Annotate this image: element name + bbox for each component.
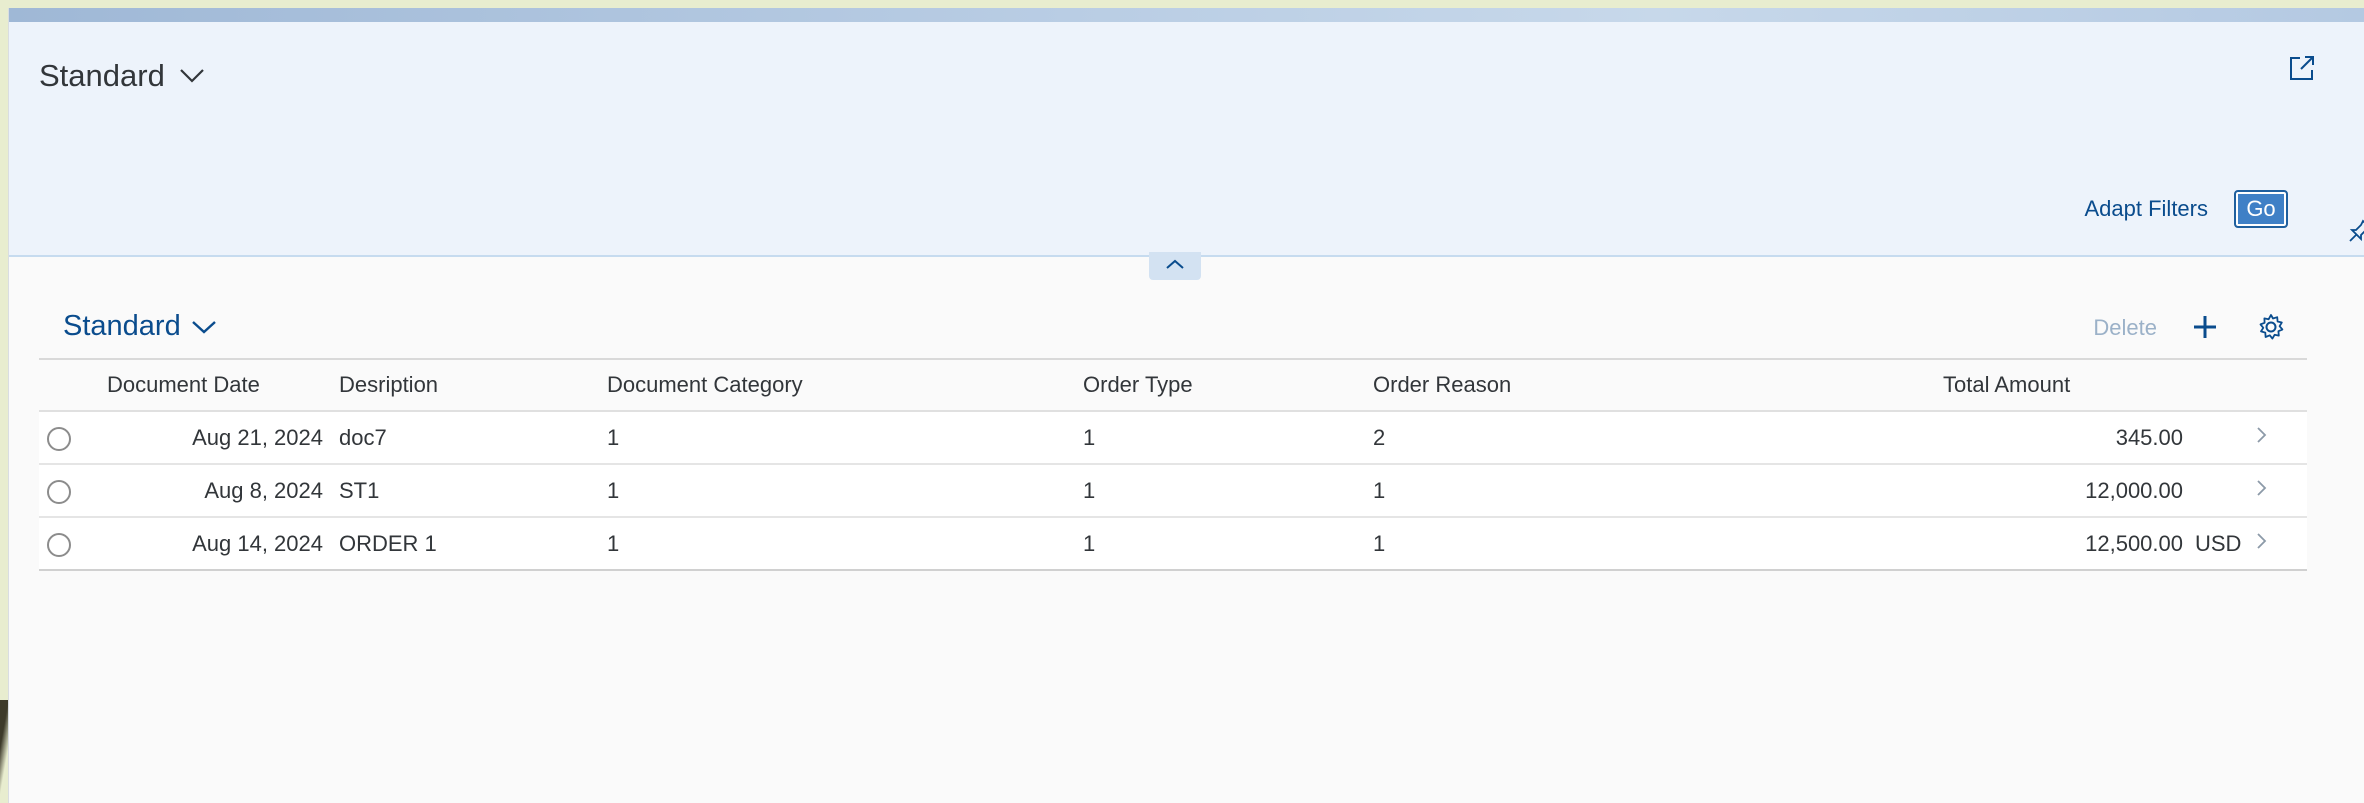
table-row[interactable]: Aug 8, 2024 ST1 1 1 1 12,000.00: [39, 464, 2307, 518]
plus-icon: [2192, 314, 2218, 343]
column-header-description[interactable]: Desription: [331, 358, 599, 412]
variant-selector[interactable]: Standard: [39, 58, 205, 94]
table-variant-selector[interactable]: Standard: [63, 310, 217, 343]
cell-total-amount: 345.00: [1935, 411, 2247, 465]
cell-order-reason: 2: [1365, 411, 1935, 465]
cell-order-reason: 1: [1365, 464, 1935, 518]
chevron-up-icon: [1165, 257, 1185, 275]
cell-order-type: 1: [1075, 464, 1365, 518]
cell-order-reason: 1: [1365, 517, 1935, 571]
table-row[interactable]: Aug 14, 2024 ORDER 1 1 1 1 12,500.00 USD: [39, 517, 2307, 571]
cell-document-date: Aug 14, 2024: [99, 517, 331, 571]
settings-button[interactable]: [2253, 310, 2289, 346]
cell-total-amount: 12,000.00: [1935, 464, 2247, 518]
cell-total-amount: 12,500.00 USD: [1935, 517, 2247, 571]
cell-description: doc7: [331, 411, 599, 465]
chevron-down-icon[interactable]: [179, 68, 205, 84]
filter-actions: Adapt Filters Go: [2085, 190, 2288, 228]
column-header-order-type[interactable]: Order Type: [1075, 358, 1365, 412]
table-header-row: Document Date Desription Document Catego…: [39, 358, 2307, 412]
row-select-radio[interactable]: [47, 532, 71, 557]
cell-order-type: 1: [1075, 411, 1365, 465]
variant-title: Standard: [39, 58, 165, 93]
column-header-total-amount[interactable]: Total Amount: [1935, 358, 2247, 412]
cell-document-category: 1: [599, 464, 1075, 518]
documents-table: Document Date Desription Document Catego…: [39, 358, 2307, 571]
delete-button[interactable]: Delete: [2093, 315, 2157, 341]
amount-value: 12,000.00: [2085, 477, 2183, 503]
cell-document-category: 1: [599, 517, 1075, 571]
cell-description: ST1: [331, 464, 599, 518]
table-title: Standard: [63, 310, 181, 342]
column-header-order-reason[interactable]: Order Reason: [1365, 358, 1935, 412]
cell-document-date: Aug 8, 2024: [99, 464, 331, 518]
cell-document-date: Aug 21, 2024: [99, 411, 331, 465]
pin-icon[interactable]: [2347, 218, 2364, 244]
app-window: Standard Adapt Filters Go Standard Delet…: [8, 8, 2364, 803]
adapt-filters-link[interactable]: Adapt Filters: [2085, 196, 2209, 222]
chevron-right-icon[interactable]: [2255, 531, 2267, 557]
cell-description: ORDER 1: [331, 517, 599, 571]
gear-icon: [2257, 313, 2285, 344]
column-header-document-date[interactable]: Document Date: [99, 358, 331, 412]
chevron-right-icon[interactable]: [2255, 478, 2267, 504]
table-toolbar: Standard Delete: [39, 304, 2307, 352]
collapse-header-button[interactable]: [1149, 252, 1201, 280]
filter-header: Standard Adapt Filters Go: [9, 22, 2364, 257]
amount-value: 12,500.00: [2085, 530, 2183, 556]
currency-code: USD: [2195, 530, 2242, 556]
add-button[interactable]: [2187, 310, 2223, 346]
go-button[interactable]: Go: [2234, 190, 2288, 228]
chevron-down-icon[interactable]: [191, 310, 217, 343]
top-strip: [9, 8, 2364, 22]
share-icon[interactable]: [2286, 52, 2318, 84]
table-actions: Delete: [2093, 310, 2289, 346]
nav-column-header: [2247, 358, 2307, 412]
row-select-radio[interactable]: [47, 479, 71, 504]
select-column-header: [39, 358, 99, 412]
column-header-document-category[interactable]: Document Category: [599, 358, 1075, 412]
amount-value: 345.00: [2115, 424, 2183, 450]
cell-document-category: 1: [599, 411, 1075, 465]
chevron-right-icon[interactable]: [2255, 425, 2267, 451]
row-select-radio[interactable]: [47, 426, 71, 451]
cell-order-type: 1: [1075, 517, 1365, 571]
table-row[interactable]: Aug 21, 2024 doc7 1 1 2 345.00: [39, 411, 2307, 465]
